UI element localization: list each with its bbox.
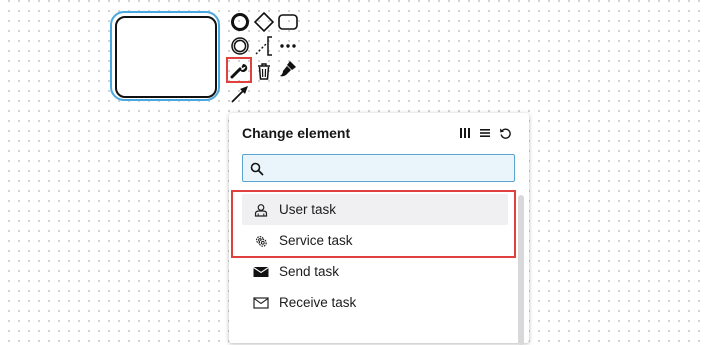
append-intermediate-event-button[interactable] bbox=[229, 35, 251, 57]
task-shape[interactable] bbox=[115, 16, 217, 98]
append-text-annotation-button[interactable] bbox=[253, 35, 275, 57]
search-field[interactable] bbox=[242, 154, 515, 182]
scrollbar[interactable] bbox=[518, 195, 524, 345]
list-view-button[interactable] bbox=[478, 125, 492, 141]
columns-button[interactable] bbox=[458, 125, 472, 141]
envelope-filled-icon bbox=[252, 264, 270, 280]
columns-icon bbox=[460, 128, 470, 138]
more-options-button[interactable] bbox=[277, 35, 299, 57]
paint-brush-icon bbox=[280, 61, 296, 77]
circle-bold-icon bbox=[231, 13, 249, 31]
reset-button[interactable] bbox=[498, 125, 512, 141]
popup-title: Change element bbox=[242, 125, 351, 141]
dots-icon bbox=[280, 44, 296, 48]
list-item-receive-task[interactable]: Receive task bbox=[242, 287, 508, 318]
dashed-bracket-icon bbox=[255, 36, 272, 56]
trash-icon bbox=[258, 63, 270, 80]
task-options-highlight bbox=[231, 190, 516, 258]
set-color-button[interactable] bbox=[277, 58, 299, 80]
search-input[interactable] bbox=[269, 157, 513, 181]
list-item-label: Send task bbox=[279, 264, 340, 279]
append-task-button[interactable] bbox=[277, 11, 299, 33]
append-end-event-button[interactable] bbox=[229, 11, 251, 33]
connect-button[interactable] bbox=[229, 83, 251, 105]
diamond-icon bbox=[253, 11, 275, 33]
list-icon bbox=[480, 129, 490, 137]
arrow-icon bbox=[231, 86, 248, 103]
append-gateway-button[interactable] bbox=[253, 11, 275, 33]
double-circle-icon bbox=[231, 37, 249, 55]
list-item-send-task[interactable]: Send task bbox=[242, 256, 508, 287]
delete-button[interactable] bbox=[253, 60, 275, 82]
rounded-rect-icon bbox=[278, 14, 298, 30]
reset-icon bbox=[499, 128, 511, 139]
envelope-outline-icon bbox=[252, 295, 270, 311]
search-icon bbox=[250, 161, 264, 176]
list-item-label: Receive task bbox=[279, 295, 357, 310]
popup-header-actions bbox=[458, 125, 512, 141]
change-element-highlight bbox=[226, 57, 252, 83]
